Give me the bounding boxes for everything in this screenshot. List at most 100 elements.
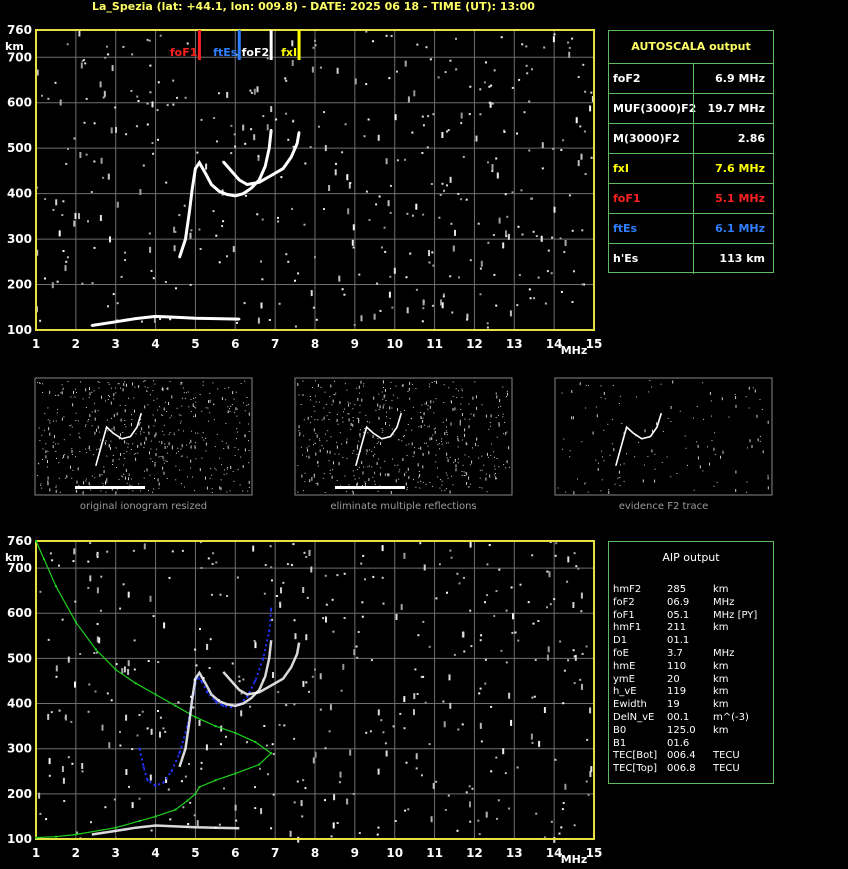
thumb-noise (405, 444, 407, 446)
thumb-noise (149, 394, 151, 396)
thumb-noise (332, 399, 334, 403)
thumb-es-trace (335, 486, 405, 489)
thumb-noise (148, 425, 150, 429)
thumb-noise (180, 448, 182, 450)
thumb-noise (144, 441, 146, 445)
aip-value: 125.0 (667, 724, 696, 736)
thumb-noise (348, 403, 350, 407)
thumb-noise (54, 435, 55, 439)
thumb-noise (140, 431, 142, 433)
thumb-noise (94, 417, 96, 421)
thumb-noise (422, 419, 424, 423)
thumb-noise (746, 447, 748, 449)
thumb-noise (148, 431, 150, 435)
thumb-noise (224, 469, 226, 471)
thumb-noise (40, 483, 42, 485)
thumb-noise (759, 435, 761, 437)
thumb-noise (621, 423, 623, 424)
thumb-noise (455, 468, 457, 472)
autoscala-value: 19.7 MHz (707, 102, 765, 115)
thumb-noise (186, 456, 188, 458)
thumb-noise (220, 479, 222, 481)
thumb-noise (97, 381, 99, 382)
thumb-noise (210, 468, 212, 470)
thumb-noise (322, 477, 324, 479)
thumb-noise (146, 468, 148, 472)
thumb-noise (208, 420, 210, 422)
thumb-noise (144, 386, 146, 388)
thumb-noise (356, 417, 358, 419)
thumb-noise (72, 469, 74, 471)
thumb-noise (426, 442, 428, 444)
thumb-noise (427, 405, 429, 407)
thumb-noise (48, 427, 50, 431)
thumb-noise (237, 469, 239, 471)
thumb-noise (618, 470, 620, 474)
thumb-noise (446, 457, 448, 459)
thumb-noise (298, 430, 300, 432)
thumb-noise (644, 429, 646, 433)
thumb-noise (670, 476, 672, 478)
thumb-noise (78, 432, 80, 434)
thumb-noise (194, 406, 195, 408)
thumb-noise (77, 467, 79, 471)
thumb-noise (412, 406, 414, 408)
autoscala-separator (693, 184, 694, 214)
thumb-noise (229, 408, 230, 410)
thumb-noise (70, 396, 72, 398)
thumb-noise (144, 470, 145, 472)
thumb-noise (337, 423, 339, 425)
thumb-noise (735, 470, 737, 474)
thumb-noise (202, 432, 204, 434)
thumb-noise (116, 412, 118, 416)
thumb-noise (447, 459, 449, 463)
thumb-noise (211, 492, 213, 493)
thumb-noise (195, 407, 196, 409)
thumb-noise (310, 399, 312, 401)
thumb-noise (307, 416, 309, 420)
thumb-noise (395, 385, 397, 387)
aip-unit: km (713, 660, 729, 672)
thumb-noise (88, 482, 90, 485)
thumb-noise (163, 462, 165, 464)
thumb-noise (138, 483, 140, 485)
thumb-noise (603, 460, 605, 462)
thumb-noise (316, 434, 318, 438)
thumb-noise (226, 467, 228, 468)
thumb-noise (192, 476, 193, 478)
thumb-noise (154, 462, 156, 464)
thumb-noise (579, 382, 581, 386)
thumb-noise (107, 430, 109, 432)
thumb-noise (180, 381, 182, 385)
thumb-noise (461, 388, 463, 390)
thumb-noise (144, 380, 146, 382)
thumb-noise (123, 452, 125, 454)
thumb-noise (132, 382, 133, 386)
thumb-noise (577, 478, 578, 480)
thumb-noise (461, 413, 463, 416)
thumb-noise (106, 419, 108, 421)
thumb-noise (124, 420, 126, 421)
aip-key: hmF1 (613, 622, 642, 634)
thumb-noise (473, 413, 475, 417)
thumb-noise (317, 465, 319, 467)
thumb-noise (595, 459, 597, 461)
thumb-noise (64, 454, 66, 456)
thumb-noise (437, 444, 439, 446)
aip-value: 19 (667, 699, 680, 711)
thumb-noise (215, 469, 217, 471)
thumb-noise (113, 429, 115, 431)
thumb-noise (225, 399, 227, 401)
thumb-noise (409, 382, 411, 385)
thumb-noise (613, 448, 615, 452)
thumb-noise (441, 490, 443, 492)
thumb-noise (224, 387, 226, 389)
thumb-noise (458, 440, 460, 442)
thumb-noise (309, 479, 311, 483)
thumb-noise (562, 448, 564, 450)
thumb-noise (75, 388, 76, 390)
thumb-noise (104, 441, 106, 445)
thumb-noise (352, 423, 354, 427)
thumb-noise (435, 398, 437, 400)
thumb-noise (317, 419, 319, 421)
